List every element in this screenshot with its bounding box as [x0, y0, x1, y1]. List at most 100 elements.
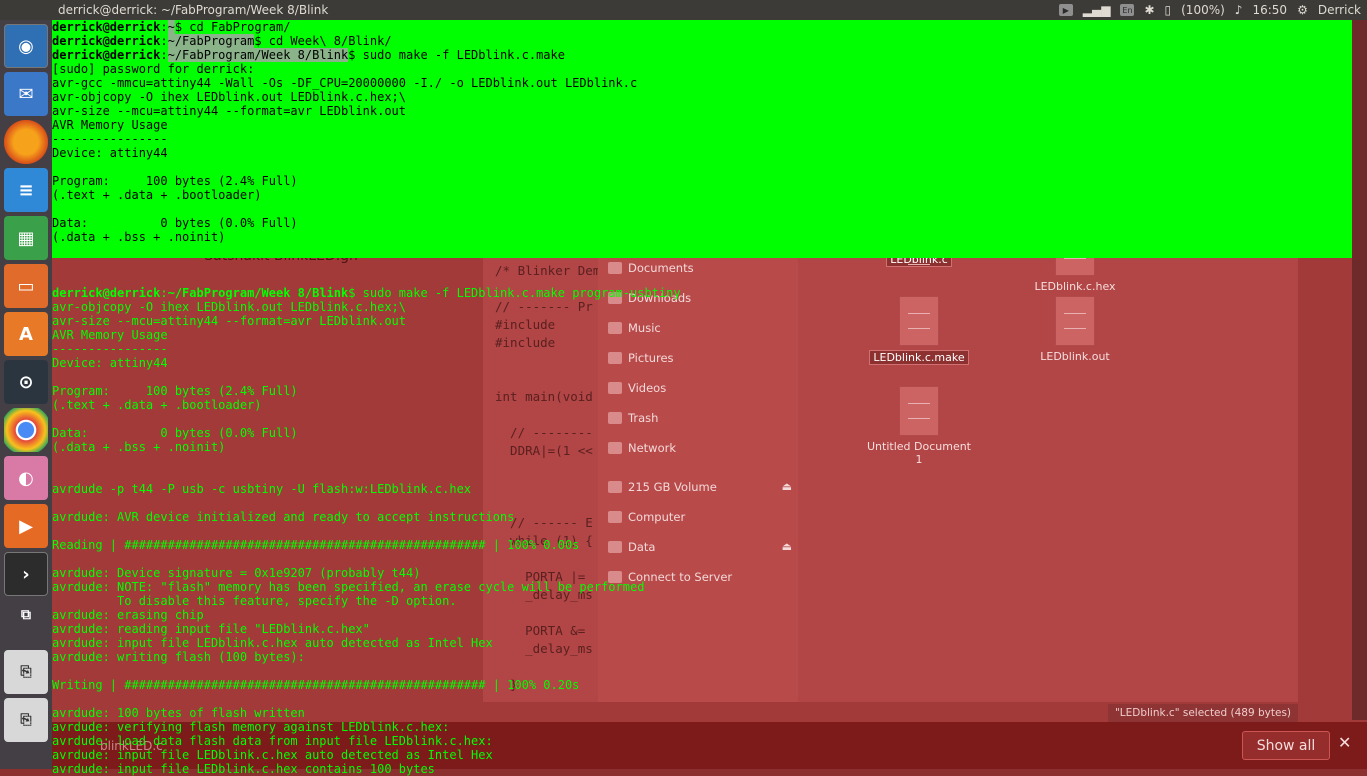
mail-icon[interactable]: ✉	[4, 72, 48, 116]
chrome-icon[interactable]	[4, 408, 48, 452]
workspace-switcher-icon[interactable]: ⧉	[4, 600, 48, 630]
terminal-line: derrick@derrick:~/FabProgram/Week 8/Blin…	[52, 48, 1352, 62]
usb-drive-icon-1[interactable]: ⎘	[4, 650, 48, 694]
terminal-line: [sudo] password for derrick:	[52, 62, 1352, 76]
terminal-line: Reading | ##############################…	[52, 538, 580, 552]
terminal-line: derrick@derrick:~/FabProgram/Week 8/Blin…	[52, 286, 1352, 300]
terminal-line	[52, 160, 1352, 174]
firefox-icon[interactable]	[4, 120, 48, 164]
terminal-line: avrdude: reading input file "LEDblink.c.…	[52, 622, 370, 636]
prompt-user: derrick@derrick	[52, 286, 161, 300]
top-panel: derrick@derrick: ~/FabProgram/Week 8/Bli…	[0, 0, 1367, 20]
usb-drive-icon-2[interactable]: ⎘	[4, 698, 48, 742]
terminal-line: Device: attiny44	[52, 356, 168, 370]
prompt-command: $ cd FabProgram/	[174, 20, 291, 34]
prompt-command: $ sudo make -f LEDblink.c.make program-u…	[348, 286, 681, 300]
text-document-icon[interactable]: ≡	[4, 168, 48, 212]
terminal-icon[interactable]: ›	[4, 552, 48, 596]
user-name[interactable]: Derrick	[1318, 3, 1361, 17]
terminal-line: (.text + .data + .bootloader)	[52, 188, 1352, 202]
terminal-line: avr-size --mcu=attiny44 --format=avr LED…	[52, 314, 407, 328]
prompt-user: derrick@derrick	[52, 48, 161, 62]
terminal-line: Data: 0 bytes (0.0% Full)	[52, 426, 298, 440]
terminal-output[interactable]: derrick@derrick:~$ cd FabProgram/derrick…	[52, 20, 1352, 776]
battery-percent[interactable]: (100%)	[1181, 3, 1225, 17]
terminal-line: Program: 100 bytes (2.4% Full)	[52, 174, 1352, 188]
launcher: ◉ ✉ ≡ ▦ ▭ A ⊙ ◐ ▶ › ⧉ ⎘ ⎘	[0, 20, 52, 769]
terminal-line: (.data + .bss + .noinit)	[52, 440, 226, 454]
terminal-line: avr-objcopy -O ihex LEDblink.out LEDblin…	[52, 300, 407, 314]
terminal-line: avrdude: AVR device initialized and read…	[52, 510, 515, 524]
prompt-command: $ sudo make -f LEDblink.c.make	[348, 48, 565, 62]
battery-icon[interactable]: ▯	[1165, 3, 1172, 17]
bluetooth-icon[interactable]: ✱	[1144, 3, 1154, 17]
prompt-path: ~	[167, 20, 175, 34]
terminal-line: To disable this feature, specify the -D …	[52, 594, 457, 608]
software-center-icon[interactable]: A	[4, 312, 48, 356]
terminal-line: avrdude -p t44 -P usb -c usbtiny -U flas…	[52, 482, 472, 496]
terminal-line	[52, 244, 1352, 258]
disk-icon[interactable]: ◐	[4, 456, 48, 500]
window-title: derrick@derrick: ~/FabProgram/Week 8/Bli…	[58, 3, 329, 17]
presentation-icon[interactable]: ▭	[4, 264, 48, 308]
prompt-command: $ cd Week\ 8/Blink/	[254, 34, 392, 48]
prompt-separator: :	[160, 286, 168, 300]
terminal-line: avrdude: input file LEDblink.c.hex auto …	[52, 748, 493, 762]
terminal-line: Program: 100 bytes (2.4% Full)	[52, 384, 298, 398]
prompt-user: derrick@derrick	[52, 20, 161, 34]
terminal-line: avrdude: input file LEDblink.c.hex auto …	[52, 636, 493, 650]
spreadsheet-icon[interactable]: ▦	[4, 216, 48, 260]
terminal-line: (.text + .data + .bootloader)	[52, 398, 262, 412]
video-player-icon[interactable]: ▶	[4, 504, 48, 548]
terminal-line: avrdude: writing flash (100 bytes):	[52, 650, 305, 664]
terminal-line: avr-objcopy -O ihex LEDblink.out LEDblin…	[52, 90, 1352, 104]
session-gear-icon[interactable]: ⚙	[1297, 3, 1308, 17]
prompt-separator: :	[160, 20, 168, 34]
terminal-line: avrdude: 100 bytes of flash written	[52, 706, 305, 720]
terminal-line: ----------------	[52, 132, 1352, 146]
terminal-line: avrdude: erasing chip	[52, 608, 204, 622]
terminal-line: avr-gcc -mmcu=attiny44 -Wall -Os -DF_CPU…	[52, 76, 1352, 90]
terminal-line: avrdude: Device signature = 0x1e9207 (pr…	[52, 566, 421, 580]
media-indicator-icon[interactable]: ▶	[1058, 4, 1073, 16]
terminal-line: avrdude: NOTE: "flash" memory has been s…	[52, 580, 645, 594]
right-scrollbar[interactable]	[1352, 20, 1367, 720]
sound-icon[interactable]: ♪	[1235, 3, 1243, 17]
terminal-line: Writing | ##############################…	[52, 678, 580, 692]
terminal-line: AVR Memory Usage	[52, 118, 1352, 132]
terminal-line: Data: 0 bytes (0.0% Full)	[52, 216, 1352, 230]
prompt-separator: :	[160, 34, 168, 48]
terminal-line: avrdude: load data flash data from input…	[52, 734, 493, 748]
prompt-path: ~/FabProgram	[167, 34, 255, 48]
terminal-line: ----------------	[52, 342, 168, 356]
terminal-line: avrdude: verifying flash memory against …	[52, 720, 450, 734]
terminal-line: (.data + .bss + .noinit)	[52, 230, 1352, 244]
settings-toggle-icon[interactable]: ⊙	[4, 360, 48, 404]
prompt-user: derrick@derrick	[52, 34, 161, 48]
terminal-line: Device: attiny44	[52, 146, 1352, 160]
terminal-line: avrdude: input file LEDblink.c.hex conta…	[52, 762, 435, 776]
prompt-separator: :	[160, 48, 168, 62]
terminal-line	[52, 202, 1352, 216]
clock[interactable]: 16:50	[1252, 3, 1287, 17]
prompt-path: ~/FabProgram/Week 8/Blink	[167, 286, 349, 300]
ubuntu-dash-icon[interactable]: ◉	[4, 24, 48, 68]
terminal-line: derrick@derrick:~/FabProgram$ cd Week\ 8…	[52, 34, 1352, 48]
prompt-path: ~/FabProgram/Week 8/Blink	[167, 48, 349, 62]
terminal-line: AVR Memory Usage	[52, 328, 168, 342]
terminal-line: avr-size --mcu=attiny44 --format=avr LED…	[52, 104, 1352, 118]
network-signal-icon[interactable]: ▂▄▆	[1083, 3, 1111, 17]
keyboard-layout-indicator[interactable]: En	[1120, 4, 1135, 16]
terminal-line: derrick@derrick:~$ cd FabProgram/	[52, 20, 1352, 34]
